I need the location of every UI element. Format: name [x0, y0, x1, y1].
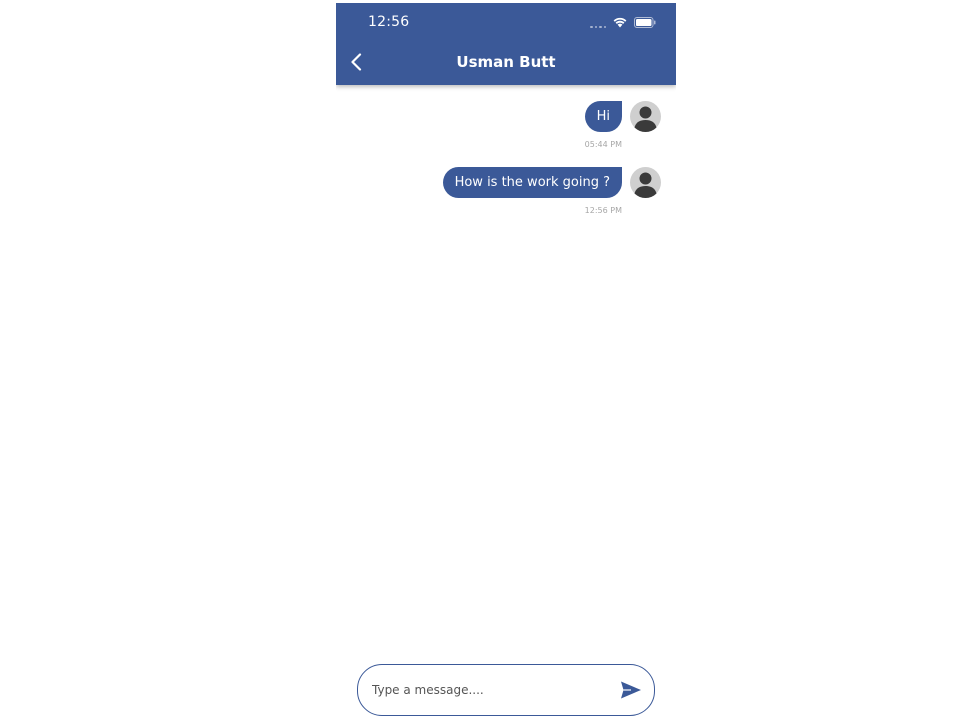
- page-title: Usman Butt: [456, 53, 556, 71]
- user-silhouette-icon: [634, 106, 657, 132]
- battery-icon: [634, 16, 656, 28]
- chat-screen: 12:56 Usman Butt Hi 05:44 PM How is the …: [336, 3, 676, 720]
- message-timestamp: 05:44 PM: [584, 140, 622, 149]
- status-icons: [590, 16, 656, 28]
- cellular-signal-icon: [590, 16, 606, 28]
- message-composer: [357, 664, 655, 716]
- app-header: 12:56 Usman Butt: [336, 3, 676, 85]
- user-silhouette-icon: [634, 172, 657, 198]
- status-time: 12:56: [368, 14, 410, 30]
- message-bubble[interactable]: How is the work going ?: [442, 167, 622, 198]
- wifi-icon: [613, 17, 627, 27]
- message-item: How is the work going ? 12:56 PM: [336, 167, 676, 233]
- send-icon: [621, 681, 641, 699]
- message-input[interactable]: [372, 677, 602, 703]
- avatar: [630, 167, 661, 198]
- message-timestamp: 12:56 PM: [584, 206, 622, 215]
- send-button[interactable]: [620, 680, 642, 700]
- avatar: [630, 101, 661, 132]
- message-bubble[interactable]: Hi: [584, 101, 622, 132]
- message-item: Hi 05:44 PM: [336, 101, 676, 167]
- message-list[interactable]: Hi 05:44 PM How is the work going ? 12:5…: [336, 101, 676, 233]
